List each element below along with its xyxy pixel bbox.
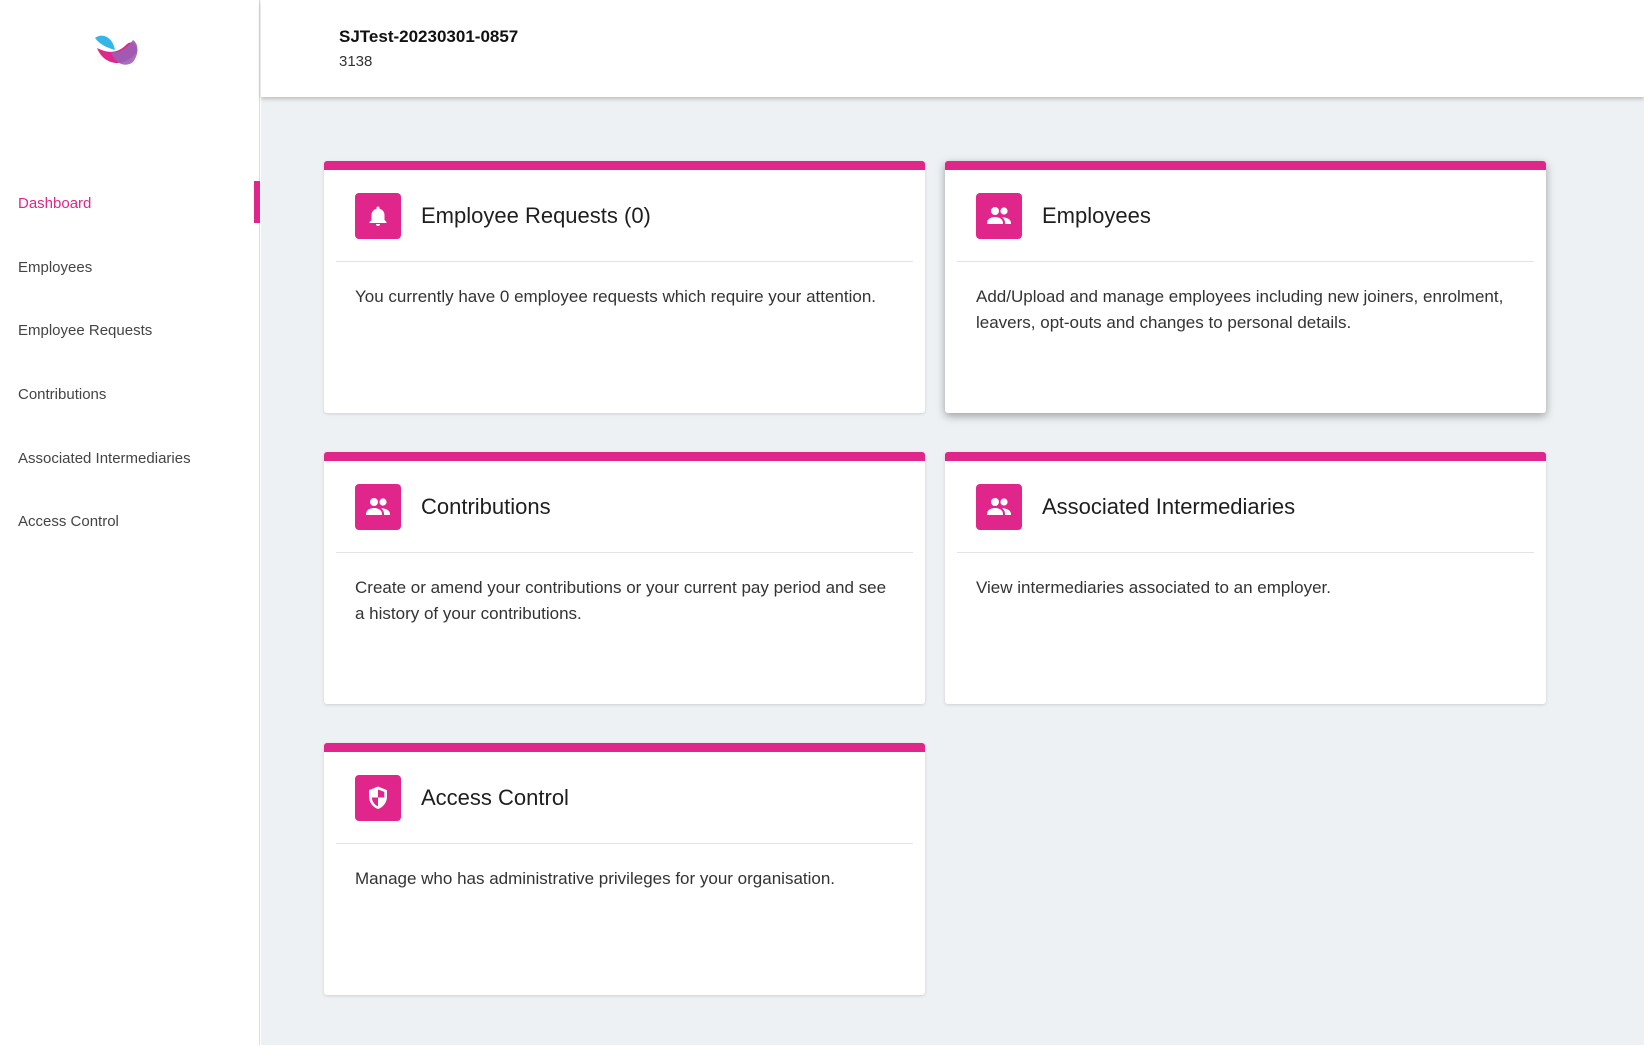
sidebar-nav: Dashboard Employees Employee Requests Co… bbox=[0, 172, 260, 554]
sidebar-item-associated-intermediaries[interactable]: Associated Intermediaries bbox=[0, 426, 260, 490]
card-access-control[interactable]: Access Control Manage who has administra… bbox=[324, 743, 925, 995]
card-employee-requests[interactable]: Employee Requests (0) You currently have… bbox=[324, 161, 925, 413]
sidebar: Dashboard Employees Employee Requests Co… bbox=[0, 0, 260, 1045]
employer-name: SJTest-20230301-0857 bbox=[339, 27, 519, 46]
card-header: Access Control bbox=[336, 752, 913, 844]
card-header: Employees bbox=[957, 170, 1534, 262]
card-description: Add/Upload and manage employees includin… bbox=[976, 287, 1504, 332]
card-contributions[interactable]: Contributions Create or amend your contr… bbox=[324, 452, 925, 704]
card-header: Contributions bbox=[336, 461, 913, 553]
card-employees[interactable]: Employees Add/Upload and manage employee… bbox=[945, 161, 1546, 413]
shield-icon bbox=[355, 774, 401, 821]
employer-id: 3138 bbox=[339, 53, 373, 70]
card-title: Employee Requests (0) bbox=[421, 202, 651, 228]
card-description: View intermediaries associated to an emp… bbox=[976, 578, 1331, 597]
page-footer-strip bbox=[0, 1045, 1644, 1058]
card-header: Employee Requests (0) bbox=[336, 170, 913, 262]
sidebar-item-employee-requests[interactable]: Employee Requests bbox=[0, 299, 260, 363]
sidebar-item-dashboard[interactable]: Dashboard bbox=[0, 172, 260, 236]
page-header: SJTest-20230301-0857 3138 bbox=[261, 0, 1644, 97]
card-description: You currently have 0 employee requests w… bbox=[355, 287, 877, 306]
sidebar-item-access-control[interactable]: Access Control bbox=[0, 490, 260, 554]
card-title: Contributions bbox=[421, 493, 551, 519]
card-associated-intermediaries[interactable]: Associated Intermediaries View intermedi… bbox=[945, 452, 1546, 704]
dashboard-main: Employee Requests (0) You currently have… bbox=[261, 97, 1644, 1045]
card-description: Manage who has administrative privileges… bbox=[355, 869, 836, 888]
sidebar-item-employees[interactable]: Employees bbox=[0, 236, 260, 300]
card-title: Employees bbox=[1042, 202, 1151, 228]
card-header: Associated Intermediaries bbox=[957, 461, 1534, 553]
people-icon bbox=[976, 483, 1022, 530]
people-icon bbox=[355, 483, 401, 530]
bell-icon bbox=[355, 192, 401, 239]
card-title: Associated Intermediaries bbox=[1042, 493, 1296, 519]
company-logo[interactable] bbox=[93, 30, 141, 72]
card-title: Access Control bbox=[421, 784, 569, 810]
sidebar-item-contributions[interactable]: Contributions bbox=[0, 363, 260, 427]
people-icon bbox=[976, 192, 1022, 239]
card-description: Create or amend your contributions or yo… bbox=[355, 578, 887, 623]
